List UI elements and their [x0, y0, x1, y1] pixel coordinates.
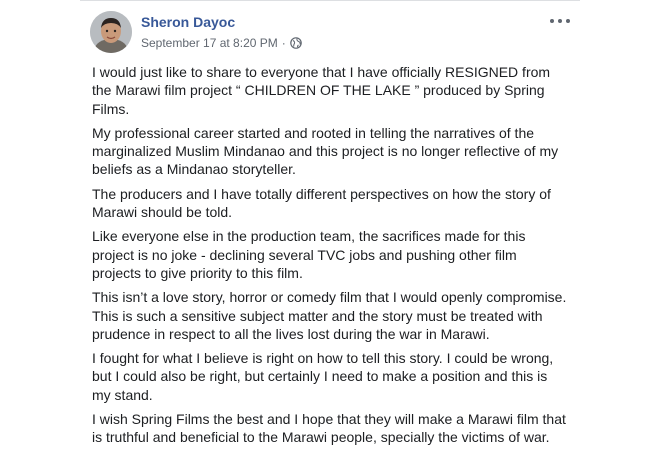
avatar[interactable] [90, 11, 132, 53]
post-paragraph: My professional career started and roote… [92, 124, 559, 178]
post-paragraph: The producers and I have totally differe… [92, 185, 551, 221]
post-paragraph: Like everyone else in the production tea… [92, 228, 526, 281]
post-paragraph: This isn’t a love story, horror or comed… [92, 289, 567, 342]
more-dot [566, 19, 570, 23]
globe-icon[interactable] [289, 37, 302, 49]
post-paragraph: I fought for what I believe is right on … [92, 350, 554, 403]
post-body: I would just like to share to everyone t… [92, 63, 568, 453]
post-meta: September 17 at 8:20 PM · [141, 36, 302, 50]
more-options-icon[interactable] [550, 14, 570, 28]
facebook-post: Sheron Dayoc September 17 at 8:20 PM · I… [80, 1, 580, 465]
post-timestamp[interactable]: September 17 at 8:20 PM [141, 36, 278, 50]
post-paragraph: I wish Spring Films the best and I hope … [92, 411, 566, 446]
avatar-image [90, 11, 132, 53]
meta-separator: · [281, 36, 286, 50]
author-name-link[interactable]: Sheron Dayoc [141, 14, 235, 30]
more-dot [550, 19, 554, 23]
post-paragraph: I would just like to share to everyone t… [92, 64, 551, 117]
more-dot [558, 19, 562, 23]
